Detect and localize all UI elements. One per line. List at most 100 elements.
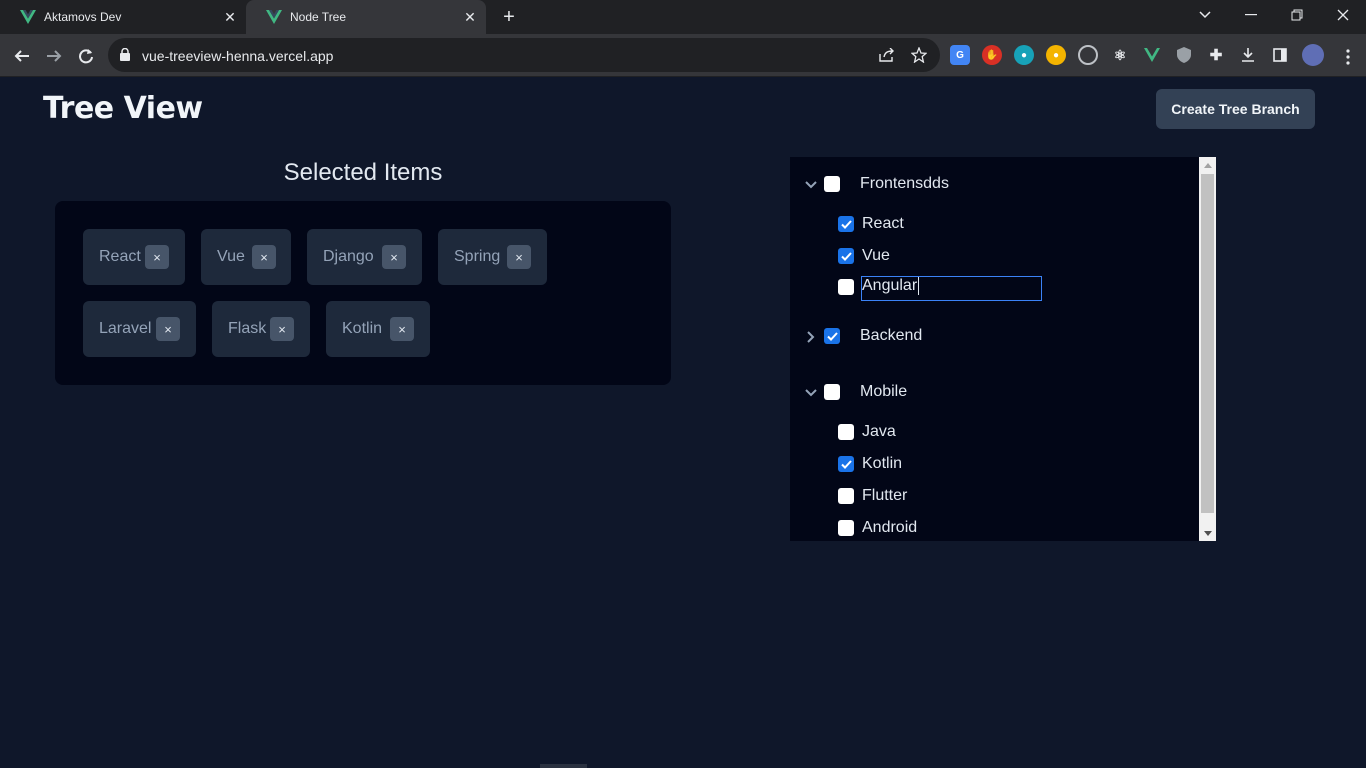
- tab-close-icon[interactable]: ✕: [462, 9, 478, 25]
- translate-extension-icon[interactable]: G: [950, 45, 970, 65]
- tree-leaf-label: Flutter: [862, 487, 908, 504]
- tree-leaf-vue: Vue: [838, 247, 890, 265]
- tree-checkbox-checked[interactable]: [838, 216, 854, 232]
- remove-chip-icon[interactable]: ×: [145, 245, 169, 269]
- new-node-input[interactable]: Angular: [861, 276, 1042, 301]
- back-icon[interactable]: [10, 44, 34, 68]
- chevron-down-icon[interactable]: [804, 178, 818, 192]
- check-icon: [826, 331, 838, 341]
- browser-tab-node-tree[interactable]: Node Tree ✕: [246, 0, 486, 34]
- tab-search-chevron-icon[interactable]: [1182, 0, 1228, 30]
- tree-leaf-label: React: [862, 215, 904, 232]
- page-title: Tree View: [43, 91, 203, 126]
- vue-favicon-icon: [266, 9, 282, 25]
- restore-icon[interactable]: [1274, 0, 1320, 30]
- remove-chip-icon[interactable]: ×: [390, 317, 414, 341]
- new-tab-icon[interactable]: +: [498, 6, 520, 28]
- selected-items-title: Selected Items: [283, 159, 443, 186]
- address-bar[interactable]: vue-treeview-henna.vercel.app: [108, 38, 940, 72]
- tree-leaf-kotlin: Kotlin: [838, 455, 902, 473]
- chevron-right-icon[interactable]: [804, 330, 818, 344]
- tree-checkbox-checked[interactable]: [838, 456, 854, 472]
- chevron-down-icon[interactable]: [804, 386, 818, 400]
- new-node-input-value: Angular: [862, 277, 918, 295]
- tree-node-frontend: Frontensdds: [824, 175, 949, 193]
- tree-node-mobile: Mobile: [824, 383, 907, 401]
- selected-chip: Django ×: [307, 229, 422, 285]
- minimize-icon[interactable]: [1228, 0, 1274, 30]
- lock-icon: [120, 47, 130, 66]
- tree-node-label: Frontensdds: [860, 175, 949, 192]
- forward-icon[interactable]: [42, 44, 66, 68]
- chat-extension-icon[interactable]: ●: [1014, 45, 1034, 65]
- tree-checkbox[interactable]: [824, 176, 840, 192]
- browser-menu-icon[interactable]: [1336, 45, 1360, 69]
- tree-node-backend: Backend: [824, 327, 922, 345]
- close-window-icon[interactable]: [1320, 0, 1366, 30]
- tab-title: Node Tree: [290, 10, 347, 24]
- selected-chip: Flask ×: [212, 301, 310, 357]
- chip-label: Django: [323, 248, 374, 265]
- tree-scrollbar[interactable]: [1199, 157, 1216, 541]
- tab-title: Aktamovs Dev: [44, 10, 122, 24]
- reload-icon[interactable]: [74, 44, 98, 68]
- url-text: vue-treeview-henna.vercel.app: [142, 48, 334, 64]
- tree-leaf-label: Java: [862, 423, 896, 440]
- chip-label: Vue: [217, 248, 245, 265]
- react-devtools-icon[interactable]: ⚛: [1110, 45, 1130, 65]
- chip-label: React: [99, 248, 141, 265]
- remove-chip-icon[interactable]: ×: [382, 245, 406, 269]
- color-picker-extension-icon[interactable]: ●: [1046, 45, 1066, 65]
- tree-leaf-new: [838, 279, 854, 295]
- selected-chip: Vue ×: [201, 229, 291, 285]
- shield-extension-icon[interactable]: [1174, 45, 1194, 65]
- page-scroll-indicator: [540, 764, 587, 768]
- chip-label: Spring: [454, 248, 501, 265]
- bookmark-star-icon[interactable]: [910, 46, 928, 64]
- download-icon[interactable]: [1238, 45, 1258, 65]
- tree-node-label: Backend: [860, 327, 923, 344]
- remove-chip-icon[interactable]: ×: [156, 317, 180, 341]
- tree-leaf-label: Vue: [862, 247, 890, 264]
- vue-favicon-icon: [20, 9, 36, 25]
- tree-checkbox-checked[interactable]: [824, 328, 840, 344]
- tree-checkbox[interactable]: [838, 488, 854, 504]
- browser-tab-aktamovs-dev[interactable]: Aktamovs Dev ✕: [0, 0, 246, 34]
- tree-checkbox[interactable]: [838, 520, 854, 536]
- tree-leaf-android: Android: [838, 519, 917, 537]
- tree-checkbox-checked[interactable]: [838, 248, 854, 264]
- tab-close-icon[interactable]: ✕: [222, 9, 238, 25]
- tree-leaf-label: Kotlin: [862, 455, 903, 472]
- check-icon: [840, 219, 852, 229]
- scrollbar-thumb[interactable]: [1201, 174, 1214, 513]
- remove-chip-icon[interactable]: ×: [507, 245, 531, 269]
- side-panel-icon[interactable]: [1270, 45, 1290, 65]
- tree-leaf-react: React: [838, 215, 904, 233]
- vue-devtools-icon[interactable]: [1142, 45, 1162, 65]
- adblock-extension-icon[interactable]: ✋: [982, 45, 1002, 65]
- check-icon: [840, 459, 852, 469]
- scroll-up-arrow-icon[interactable]: [1199, 157, 1216, 173]
- tree-checkbox[interactable]: [824, 384, 840, 400]
- selected-chip: Spring ×: [438, 229, 547, 285]
- target-extension-icon[interactable]: [1078, 45, 1098, 65]
- tree-checkbox[interactable]: [838, 424, 854, 440]
- extensions-puzzle-icon[interactable]: ✚: [1206, 45, 1226, 65]
- create-tree-branch-button[interactable]: Create Tree Branch: [1156, 89, 1315, 129]
- remove-chip-icon[interactable]: ×: [270, 317, 294, 341]
- selected-chip: Laravel ×: [83, 301, 196, 357]
- profile-avatar[interactable]: [1302, 44, 1324, 66]
- selected-items-panel: React × Vue × Django × Spring × Laravel …: [55, 201, 671, 385]
- selected-chip: React ×: [83, 229, 185, 285]
- tree-leaf-java: Java: [838, 423, 896, 441]
- text-caret: [918, 277, 920, 295]
- tree-view-panel[interactable]: Frontensdds React Vue Angular Backend Mo…: [790, 157, 1216, 541]
- browser-tab-bar: Aktamovs Dev ✕ Node Tree ✕ +: [0, 0, 1366, 34]
- page: Tree View Create Tree Branch Selected It…: [0, 77, 1366, 768]
- scroll-down-arrow-icon[interactable]: [1199, 525, 1216, 541]
- chip-label: Flask: [228, 320, 267, 337]
- tree-checkbox[interactable]: [838, 279, 854, 295]
- remove-chip-icon[interactable]: ×: [252, 245, 276, 269]
- share-icon[interactable]: [878, 46, 896, 64]
- tree-leaf-label: Android: [862, 519, 918, 536]
